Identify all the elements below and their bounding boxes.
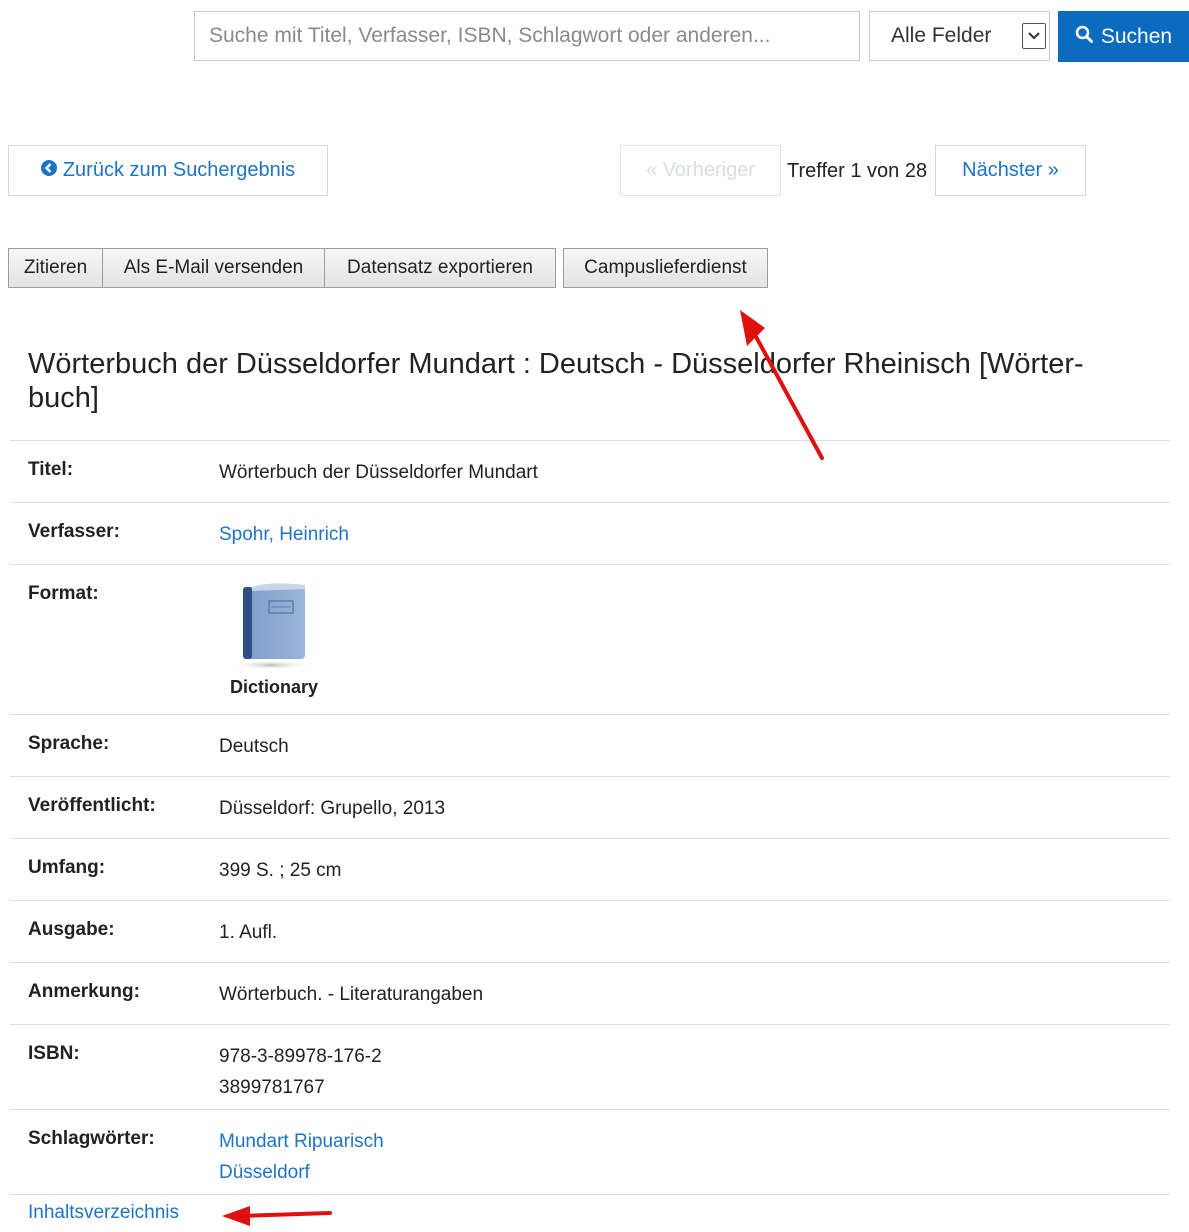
extent-value: 399 S. ; 25 cm [219, 860, 342, 881]
format-value: Dictionary [230, 677, 319, 697]
export-button[interactable]: Datensatz exportieren [325, 248, 556, 288]
note-value: Wörterbuch. - Literaturangaben [219, 984, 484, 1005]
record-title: Wörterbuch der Düsseldorfer Mundart : De… [28, 348, 1084, 414]
published-value: Düsseldorf: Grupello, 2013 [219, 798, 446, 819]
subject-link[interactable]: Mundart Ripuarisch [219, 1126, 384, 1157]
detail-row-subjects: Schlagwörter: Mundart Ripuarisch Düsseld… [10, 1109, 1170, 1195]
next-label: Nächster » [962, 159, 1059, 181]
search-button[interactable]: Suchen [1058, 11, 1189, 62]
detail-row-published: Veröffentlicht: Düsseldorf: Grupello, 20… [10, 776, 1170, 838]
author-label: Verfasser: [28, 521, 120, 542]
detail-row-note: Anmerkung: Wörterbuch. - Literaturangabe… [10, 962, 1170, 1024]
arrow-to-toc-icon [222, 1206, 332, 1226]
extent-label: Umfang: [28, 857, 106, 878]
detail-row-extent: Umfang: 399 S. ; 25 cm [10, 838, 1170, 900]
edition-value: 1. Aufl. [219, 922, 278, 943]
cite-button[interactable]: Zitieren [8, 248, 103, 288]
edition-label: Ausgabe: [28, 919, 115, 940]
detail-row-title: Titel: Wörterbuch der Düsseldorfer Munda… [10, 440, 1170, 502]
chevron-down-icon[interactable] [1022, 23, 1046, 49]
next-button[interactable]: Nächster » [935, 145, 1086, 196]
table-of-contents-link[interactable]: Inhaltsverzeichnis [28, 1202, 179, 1224]
detail-row-isbn: ISBN: 978-3-89978-176-2 3899781767 [10, 1024, 1170, 1109]
record-details: Titel: Wörterbuch der Düsseldorfer Munda… [10, 440, 1170, 1195]
title-value: Wörterbuch der Düsseldorfer Mundart [219, 462, 538, 483]
book-icon [231, 583, 311, 670]
email-button[interactable]: Als E-Mail versenden [103, 248, 325, 288]
back-to-results-label: Zurück zum Suchergebnis [62, 159, 296, 181]
search-icon [1075, 25, 1093, 49]
detail-row-language: Sprache: Deutsch [10, 714, 1170, 776]
detail-row-edition: Ausgabe: 1. Aufl. [10, 900, 1170, 962]
published-label: Veröffentlicht: [28, 795, 156, 816]
format-label: Format: [28, 583, 99, 604]
search-input[interactable] [194, 11, 860, 61]
back-to-results-button[interactable]: Zurück zum Suchergebnis [8, 145, 328, 196]
language-value: Deutsch [219, 736, 289, 757]
isbn-value: 978-3-89978-176-2 [219, 1046, 382, 1067]
hit-counter: Treffer 1 von 28 [787, 160, 928, 182]
isbn-label: ISBN: [28, 1043, 80, 1064]
campus-delivery-button[interactable]: Campuslieferdienst [563, 248, 768, 288]
language-label: Sprache: [28, 733, 110, 754]
arrow-left-circle-icon [40, 159, 57, 182]
subjects-label: Schlagwörter: [28, 1128, 155, 1149]
previous-button[interactable]: « Vorheriger [620, 145, 781, 196]
search-button-label: Suchen [1100, 24, 1173, 48]
note-label: Anmerkung: [28, 981, 140, 1002]
author-link[interactable]: Spohr, Heinrich [219, 519, 349, 550]
title-label: Titel: [28, 459, 74, 480]
record-toolbar: Zitieren Als E-Mail versenden Datensatz … [8, 248, 768, 288]
isbn-value: 3899781767 [219, 1077, 325, 1098]
detail-row-format: Format: Dictionary [10, 564, 1170, 714]
previous-label: « Vorheriger [646, 159, 755, 181]
subject-link[interactable]: Düsseldorf [219, 1157, 384, 1188]
search-field-selected: Alle Felder [891, 24, 992, 47]
detail-row-author: Verfasser: Spohr, Heinrich [10, 502, 1170, 564]
search-field-select[interactable]: Alle Felder [869, 11, 1050, 61]
